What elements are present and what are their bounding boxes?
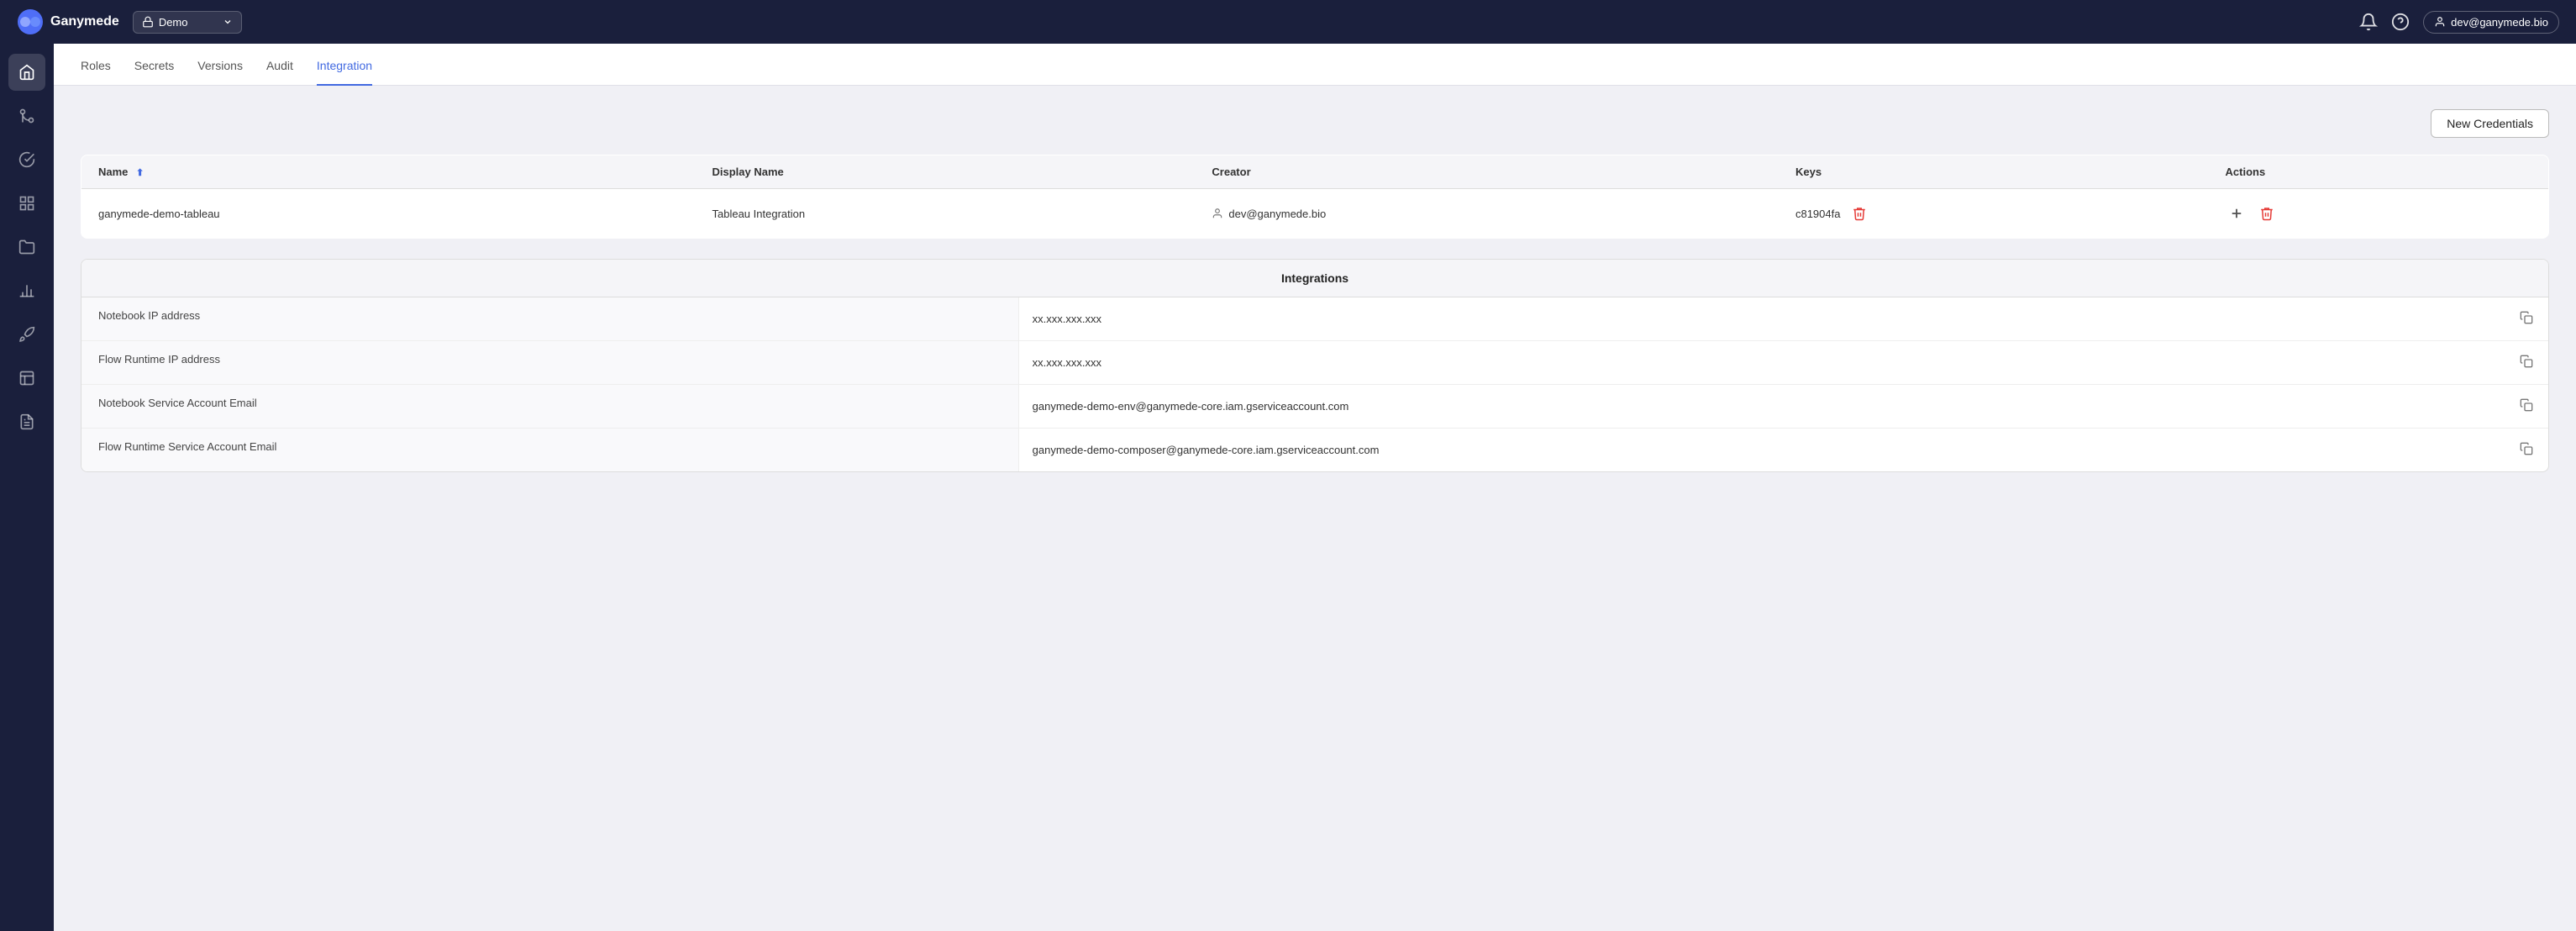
check-circle-icon [18, 151, 35, 168]
new-credentials-button[interactable]: New Credentials [2431, 109, 2549, 138]
chevron-down-icon [223, 17, 233, 27]
credentials-table: Name ⬆ Display Name Creator Keys Actions… [81, 155, 2549, 239]
sidebar-item-git[interactable] [8, 97, 45, 134]
integration-value-0: xx.xxx.xxx.xxx [1019, 297, 2548, 340]
cell-display-name: Tableau Integration [696, 189, 1196, 239]
copy-icon-0 [2520, 311, 2533, 324]
topnav-actions: dev@ganymede.bio [2359, 11, 2559, 34]
tab-secrets[interactable]: Secrets [134, 44, 174, 86]
layout-icon [18, 370, 35, 387]
brand-label: Ganymede [50, 14, 119, 29]
user-icon [2434, 16, 2446, 28]
copy-icon-1 [2520, 355, 2533, 368]
lock-icon [142, 16, 154, 28]
copy-button-0[interactable] [2518, 309, 2535, 329]
integration-row-3: Flow Runtime Service Account Email ganym… [81, 429, 2548, 471]
user-email: dev@ganymede.bio [2451, 16, 2548, 29]
tab-audit[interactable]: Audit [266, 44, 293, 86]
col-name[interactable]: Name ⬆ [81, 155, 696, 189]
cell-keys: c81904fa [1779, 189, 2209, 239]
cell-actions [2209, 189, 2549, 239]
brand: Ganymede [17, 8, 119, 35]
help-icon[interactable] [2391, 13, 2410, 31]
integration-row-0: Notebook IP address xx.xxx.xxx.xxx [81, 297, 2548, 341]
copy-button-2[interactable] [2518, 397, 2535, 416]
plus-icon [2229, 206, 2244, 221]
col-keys: Keys [1779, 155, 2209, 189]
copy-icon-3 [2520, 442, 2533, 455]
tab-integration[interactable]: Integration [317, 44, 372, 86]
integration-label-3: Flow Runtime Service Account Email [81, 429, 1019, 471]
integration-value-2: ganymede-demo-env@ganymede-core.iam.gser… [1019, 385, 2548, 428]
delete-credential-button[interactable] [2256, 203, 2278, 224]
copy-button-1[interactable] [2518, 353, 2535, 372]
col-actions: Actions [2209, 155, 2549, 189]
creator-email: dev@ganymede.bio [1228, 208, 1326, 220]
table-row: ganymede-demo-tableau Tableau Integratio… [81, 189, 2549, 239]
home-icon [18, 64, 35, 81]
topnav: Ganymede Demo dev@ganymede.bio [0, 0, 2576, 44]
add-key-button[interactable] [2226, 203, 2247, 224]
trash-icon [1852, 206, 1867, 221]
user-pill[interactable]: dev@ganymede.bio [2423, 11, 2559, 34]
integration-row-2: Notebook Service Account Email ganymede-… [81, 385, 2548, 429]
integrations-header: Integrations [81, 260, 2548, 297]
integration-label-2: Notebook Service Account Email [81, 385, 1019, 428]
brand-logo [17, 8, 44, 35]
creator-user-icon [1212, 208, 1223, 219]
integration-value-3: ganymede-demo-composer@ganymede-core.iam… [1019, 429, 2548, 471]
git-icon [18, 108, 35, 124]
cell-name: ganymede-demo-tableau [81, 189, 696, 239]
tab-versions[interactable]: Versions [197, 44, 243, 86]
col-creator: Creator [1195, 155, 1779, 189]
page-content: New Credentials Name ⬆ Display Name Crea… [54, 86, 2576, 496]
env-selector[interactable]: Demo [133, 11, 242, 34]
sidebar-item-home[interactable] [8, 54, 45, 91]
sidebar-item-folder[interactable] [8, 229, 45, 266]
cell-creator: dev@ganymede.bio [1195, 189, 1779, 239]
sidebar-item-chart[interactable] [8, 272, 45, 309]
grid-icon [18, 195, 35, 212]
sidebar [0, 44, 54, 931]
integration-label-0: Notebook IP address [81, 297, 1019, 340]
sidebar-item-check[interactable] [8, 141, 45, 178]
notifications-icon[interactable] [2359, 13, 2378, 31]
integration-label-1: Flow Runtime IP address [81, 341, 1019, 384]
env-label: Demo [159, 16, 188, 29]
rocket-icon [18, 326, 35, 343]
integration-value-1: xx.xxx.xxx.xxx [1019, 341, 2548, 384]
col-display-name: Display Name [696, 155, 1196, 189]
delete-key-button[interactable] [1848, 203, 1870, 224]
copy-button-3[interactable] [2518, 440, 2535, 460]
sidebar-item-reports[interactable] [8, 403, 45, 440]
sidebar-item-rocket[interactable] [8, 316, 45, 353]
folder-icon [18, 239, 35, 255]
integrations-section: Integrations Notebook IP address xx.xxx.… [81, 259, 2549, 472]
sort-icon: ⬆ [136, 168, 144, 178]
main-content: Roles Secrets Versions Audit Integration… [54, 44, 2576, 931]
trash-icon-2 [2259, 206, 2274, 221]
key-value: c81904fa [1795, 208, 1841, 220]
sidebar-item-grid[interactable] [8, 185, 45, 222]
sidebar-item-dashboard[interactable] [8, 360, 45, 397]
tabs-bar: Roles Secrets Versions Audit Integration [54, 44, 2576, 86]
bar-chart-icon [18, 282, 35, 299]
copy-icon-2 [2520, 398, 2533, 412]
tab-roles[interactable]: Roles [81, 44, 111, 86]
file-text-icon [18, 413, 35, 430]
integration-row-1: Flow Runtime IP address xx.xxx.xxx.xxx [81, 341, 2548, 385]
